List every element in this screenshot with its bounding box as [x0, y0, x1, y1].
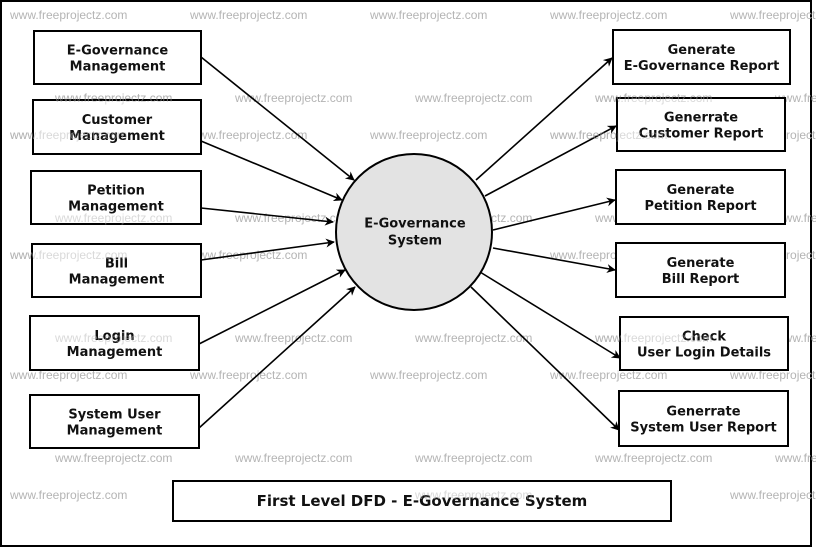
entity-label: Generate	[667, 183, 735, 198]
watermark-text: www.freeprojectz.com	[414, 91, 532, 105]
entity-system-user-report[interactable]: GenerrateSystem User Report	[618, 390, 789, 447]
watermark-text: www.freeprojectz.com	[9, 248, 127, 262]
entity-label: User Login Details	[637, 346, 771, 361]
watermark-text: www.freeprojectz.com	[549, 8, 667, 22]
entity-label: Management	[67, 424, 163, 439]
process-label: E-Governance	[364, 217, 466, 232]
entity-label: Generrate	[664, 111, 738, 126]
entity-egov-report[interactable]: GenerateE-Governance Report	[612, 29, 791, 85]
entity-label: Bill Report	[662, 272, 740, 287]
watermark-text: www.freeprojectz.com	[549, 128, 667, 142]
watermark-text: www.freeprojectz.com	[594, 451, 712, 465]
entity-label: Generate	[668, 43, 736, 58]
entity-system-user-mgmt[interactable]: System UserManagement	[29, 394, 200, 449]
entity-label: Generate	[667, 256, 735, 271]
entity-label: System User	[68, 408, 161, 423]
entity-customer-mgmt[interactable]: CustomerManagement	[32, 99, 202, 155]
entity-label: Management	[67, 345, 163, 360]
entity-petition-report[interactable]: GeneratePetition Report	[615, 169, 786, 225]
watermark-text: www.freeprojectz.com	[54, 91, 172, 105]
watermark-text: www.freeprojectz.com	[234, 451, 352, 465]
entity-label: Petition	[87, 184, 145, 199]
watermark-text: www.freeprojectz.com	[414, 331, 532, 345]
entity-customer-report[interactable]: GenerrateCustomer Report	[616, 97, 786, 152]
watermark-text: www.freeprojectz.com	[414, 451, 532, 465]
watermark-text: www.freeprojectz.com	[594, 91, 712, 105]
watermark-text: www.freeprojectz.com	[369, 368, 487, 382]
watermark-text: www.freeprojectz.com	[189, 128, 307, 142]
entity-label: Petition Report	[644, 199, 756, 214]
watermark-text: www.freeprojectz.com	[189, 8, 307, 22]
watermark-text: www.freeprojectz.com	[54, 451, 172, 465]
entity-label: Customer	[82, 113, 153, 128]
entity-bill-report[interactable]: GenerateBill Report	[615, 242, 786, 298]
entity-label: Management	[70, 60, 166, 75]
entity-label: E-Governance Report	[624, 59, 780, 74]
watermark-text: www.freeprojectz.com	[9, 488, 127, 502]
watermark-text: www.freeprojectz.com	[54, 211, 172, 225]
process-egov-system[interactable]: E-Governance System	[335, 153, 493, 311]
watermark-text: www.freeprojectz.com	[729, 8, 816, 22]
entity-label: System User Report	[630, 421, 776, 436]
watermark-text: www.freeprojectz.com	[9, 8, 127, 22]
watermark-text: www.freeprojectz.com	[729, 488, 816, 502]
process-label: System	[388, 234, 442, 249]
watermark-text: www.freeprojectz.com	[774, 451, 816, 465]
watermark-text: www.freeprojectz.com	[594, 331, 712, 345]
dfd-diagram: www.freeprojectz.com www.freeprojectz.com…	[0, 0, 816, 547]
watermark-text: www.freeprojectz.com	[369, 128, 487, 142]
process-circle[interactable]	[335, 153, 493, 311]
entity-label: Generrate	[666, 405, 740, 420]
watermark-text: www.freeprojectz.com	[369, 8, 487, 22]
watermark-text: www.freeprojectz.com	[9, 128, 127, 142]
watermark-text: www.freeprojectz.com	[54, 331, 172, 345]
entity-label: Management	[69, 273, 165, 288]
entity-egov-mgmt[interactable]: E-GovernanceManagement	[33, 30, 202, 85]
watermark-text: www.freeprojectz.com	[189, 368, 307, 382]
entity-label: E-Governance	[67, 44, 169, 59]
watermark-text: www.freeprojectz.com	[414, 488, 532, 502]
